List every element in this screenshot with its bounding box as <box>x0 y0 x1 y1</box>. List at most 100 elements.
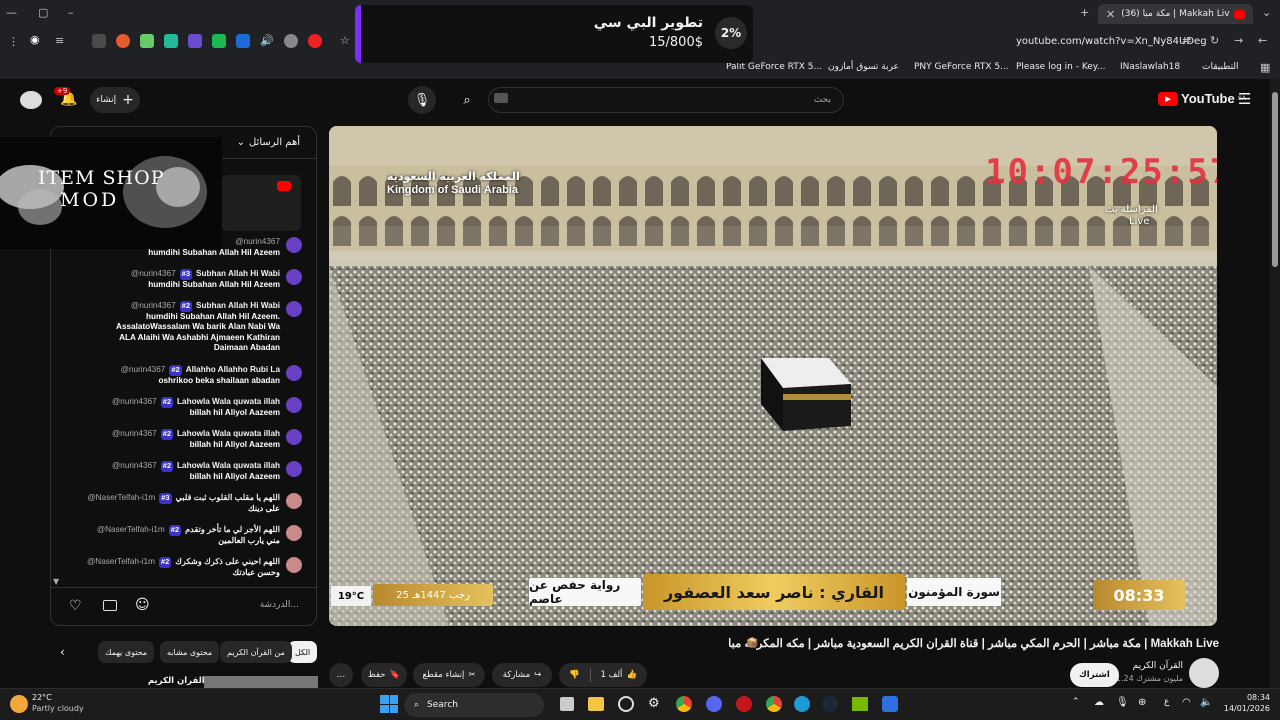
chrome-profile-icon[interactable] <box>766 696 782 712</box>
dislike-icon[interactable]: 👎 <box>569 670 580 680</box>
chat-message[interactable]: @nurin4367 #2 Subhan Allah Hi Wabi humdihi… <box>62 301 302 354</box>
extension-k-icon[interactable] <box>212 34 226 48</box>
scroll-down-icon[interactable]: ▼ <box>53 577 59 586</box>
extension-list-icon[interactable]: ≡ <box>55 34 64 47</box>
file-explorer-icon[interactable] <box>588 697 604 711</box>
clock-time[interactable]: 08:34 <box>1222 693 1270 702</box>
steam-icon[interactable] <box>822 696 838 712</box>
tray-chevron-icon[interactable]: ⌃ <box>1072 697 1080 707</box>
bookmark-palit[interactable]: Palit GeForce RTX 5... <box>726 62 822 72</box>
tab-search-icon[interactable]: ⌄ <box>1262 6 1271 19</box>
chat-message[interactable]: @nurin4367 #2 Lahowla Wala quwata illah bi… <box>62 461 302 482</box>
minimize-icon[interactable]: — <box>6 6 17 19</box>
video-player[interactable]: المملكة العربية السعودية Kingdom of Saud… <box>329 126 1217 626</box>
chips-prev-icon[interactable]: ‹ <box>60 645 65 659</box>
extension-grid-icon[interactable] <box>140 34 154 48</box>
scrollbar-thumb[interactable] <box>1272 92 1278 267</box>
chat-message[interactable]: @nurin4367 #2 Lahowla Wala quwata illah bi… <box>62 429 302 450</box>
create-button[interactable]: إنشاء + <box>90 87 140 113</box>
extension-wave-icon[interactable] <box>236 34 250 48</box>
chrome-icon[interactable] <box>676 696 692 712</box>
extension-red-icon[interactable] <box>308 34 322 48</box>
youtube-logo[interactable]: ▶ YouTube SA <box>1158 91 1246 106</box>
next-video-thumbnail[interactable] <box>204 676 318 688</box>
tab-close-icon[interactable]: ✕ <box>1106 8 1115 21</box>
share-button[interactable]: مشاركة ↪ <box>492 663 552 687</box>
tray-network-icon[interactable]: ⊕ <box>1138 697 1146 708</box>
chat-message[interactable]: @nurin4367 #3 Subhan Allah Hi Wabi humdihi… <box>62 269 302 290</box>
app-circle-icon[interactable] <box>618 696 634 712</box>
subscribe-button[interactable]: اشتراك <box>1070 663 1119 687</box>
extension-gray-icon[interactable] <box>284 34 298 48</box>
red-app-icon[interactable] <box>736 696 752 712</box>
bookmarks-overflow-icon[interactable]: ▦ <box>1260 61 1270 74</box>
tray-wifi-icon[interactable]: ◠ <box>1182 697 1191 708</box>
menu-dots-icon[interactable]: ⋮ <box>8 35 19 48</box>
tray-mic-icon[interactable]: 🎙 <box>1116 697 1129 708</box>
like-icon[interactable]: 👍 <box>626 670 637 680</box>
avatar[interactable] <box>20 91 42 109</box>
hamburger-menu-icon[interactable]: ☰ <box>1238 90 1251 108</box>
bookmark-amazon[interactable]: عربة تسوق أمازون <box>828 62 899 72</box>
super-chat-icon[interactable] <box>103 600 117 611</box>
chat-message[interactable]: @nurin4367 #2 Allahho Allahho Rubi La oshr… <box>62 365 302 386</box>
weather-icon[interactable] <box>10 695 28 713</box>
extension-green-icon[interactable] <box>164 34 178 48</box>
site-settings-icon[interactable]: ⇌ <box>1182 34 1191 47</box>
chat-message-input[interactable]: الدردشة... <box>159 596 299 616</box>
forward-icon[interactable]: → <box>1234 34 1243 47</box>
taskbar-search[interactable]: ⌕ Search <box>404 693 544 717</box>
bookmark-apps[interactable]: التطبيقات <box>1202 62 1239 72</box>
blue-app-icon[interactable] <box>882 696 898 712</box>
channel-name[interactable]: القرآن الكريم <box>1133 661 1183 671</box>
like-count[interactable]: 1 ألف <box>601 670 623 680</box>
more-actions-button[interactable]: … <box>329 663 353 687</box>
task-view-icon[interactable] <box>560 697 574 711</box>
clip-button[interactable]: إنشاء مقطع ✂ <box>413 663 485 687</box>
tray-lang[interactable]: ع <box>1164 697 1169 707</box>
heart-icon[interactable]: ♡ <box>69 598 82 614</box>
discord-icon[interactable] <box>706 696 722 712</box>
save-button[interactable]: حفظ 🔖 <box>361 663 407 687</box>
tray-cloud-icon[interactable]: ☁ <box>1094 697 1104 708</box>
chat-message[interactable]: @NaserTelfah-i1m #2 اللهم الأجر لي ما تأخر… <box>62 525 302 546</box>
chat-message[interactable]: @NaserTelfah-i1m #2 اللهم احيني على ذكرك و… <box>62 557 302 578</box>
capcut-icon[interactable] <box>794 696 810 712</box>
keyboard-icon[interactable] <box>494 93 508 103</box>
extension-orange-icon[interactable] <box>116 34 130 48</box>
emoji-icon[interactable]: ☺ <box>135 597 150 613</box>
chat-message[interactable]: @nurin4367 #2 Lahowla Wala quwata illah bi… <box>62 397 302 418</box>
maximize-icon[interactable]: ▢ <box>38 6 48 19</box>
back-icon[interactable]: ← <box>1258 34 1267 47</box>
bookmark-pny[interactable]: PNY GeForce RTX 5... <box>914 62 1009 72</box>
channel-avatar[interactable] <box>1189 658 1219 688</box>
settings-gear-icon[interactable]: ⚙ <box>648 696 660 711</box>
nvidia-icon[interactable] <box>852 697 868 711</box>
bookmark-star-icon[interactable]: ☆ <box>340 34 350 47</box>
speaker-icon[interactable]: 🔊 <box>260 34 274 47</box>
chip-recommended[interactable]: محتوى يهمك <box>98 641 155 663</box>
chip-from-channel[interactable]: من القرآن الكريم <box>220 641 292 663</box>
search-input[interactable]: بحث <box>488 87 844 113</box>
new-tab-icon[interactable]: + <box>1080 6 1089 19</box>
reload-icon[interactable]: ↻ <box>1210 34 1219 47</box>
windows-start-icon[interactable] <box>380 695 398 713</box>
tray-volume-icon[interactable]: 🔈 <box>1200 697 1212 708</box>
search-button[interactable]: ⌕ <box>453 86 481 114</box>
profile-icon[interactable]: ◉ <box>30 33 40 46</box>
browser-tab-active[interactable]: ✕ (36) ‫ً Makkah Live | مكة مبا <box>1098 4 1253 24</box>
chip-similar[interactable]: محتوى مشابه <box>160 641 220 663</box>
message-author: @nurin4367 <box>111 461 157 470</box>
mic-button[interactable]: 🎙 <box>408 86 436 114</box>
chip-all[interactable]: الكل <box>288 641 318 663</box>
chat-message[interactable]: @NaserTelfah-i1m #3 اللهم يا مقلب القلوب ث… <box>62 493 302 514</box>
weather-temp[interactable]: 22°C <box>32 693 52 702</box>
extension-purple-icon[interactable] <box>188 34 202 48</box>
bookmark-keys[interactable]: Please log in - Key... <box>1016 62 1105 72</box>
address-bar-url[interactable]: youtube.com/watch?v=Xn_Ny84UDeg <box>1016 36 1207 47</box>
bookmark-inaslawlah[interactable]: INaslawlah18 <box>1120 62 1180 72</box>
weather-desc[interactable]: Partly cloudy <box>32 704 84 713</box>
clock-date[interactable]: 14/01/2026 <box>1222 704 1270 713</box>
extension-puzzle-icon[interactable] <box>92 34 106 48</box>
close-window-icon[interactable]: – <box>68 6 74 19</box>
